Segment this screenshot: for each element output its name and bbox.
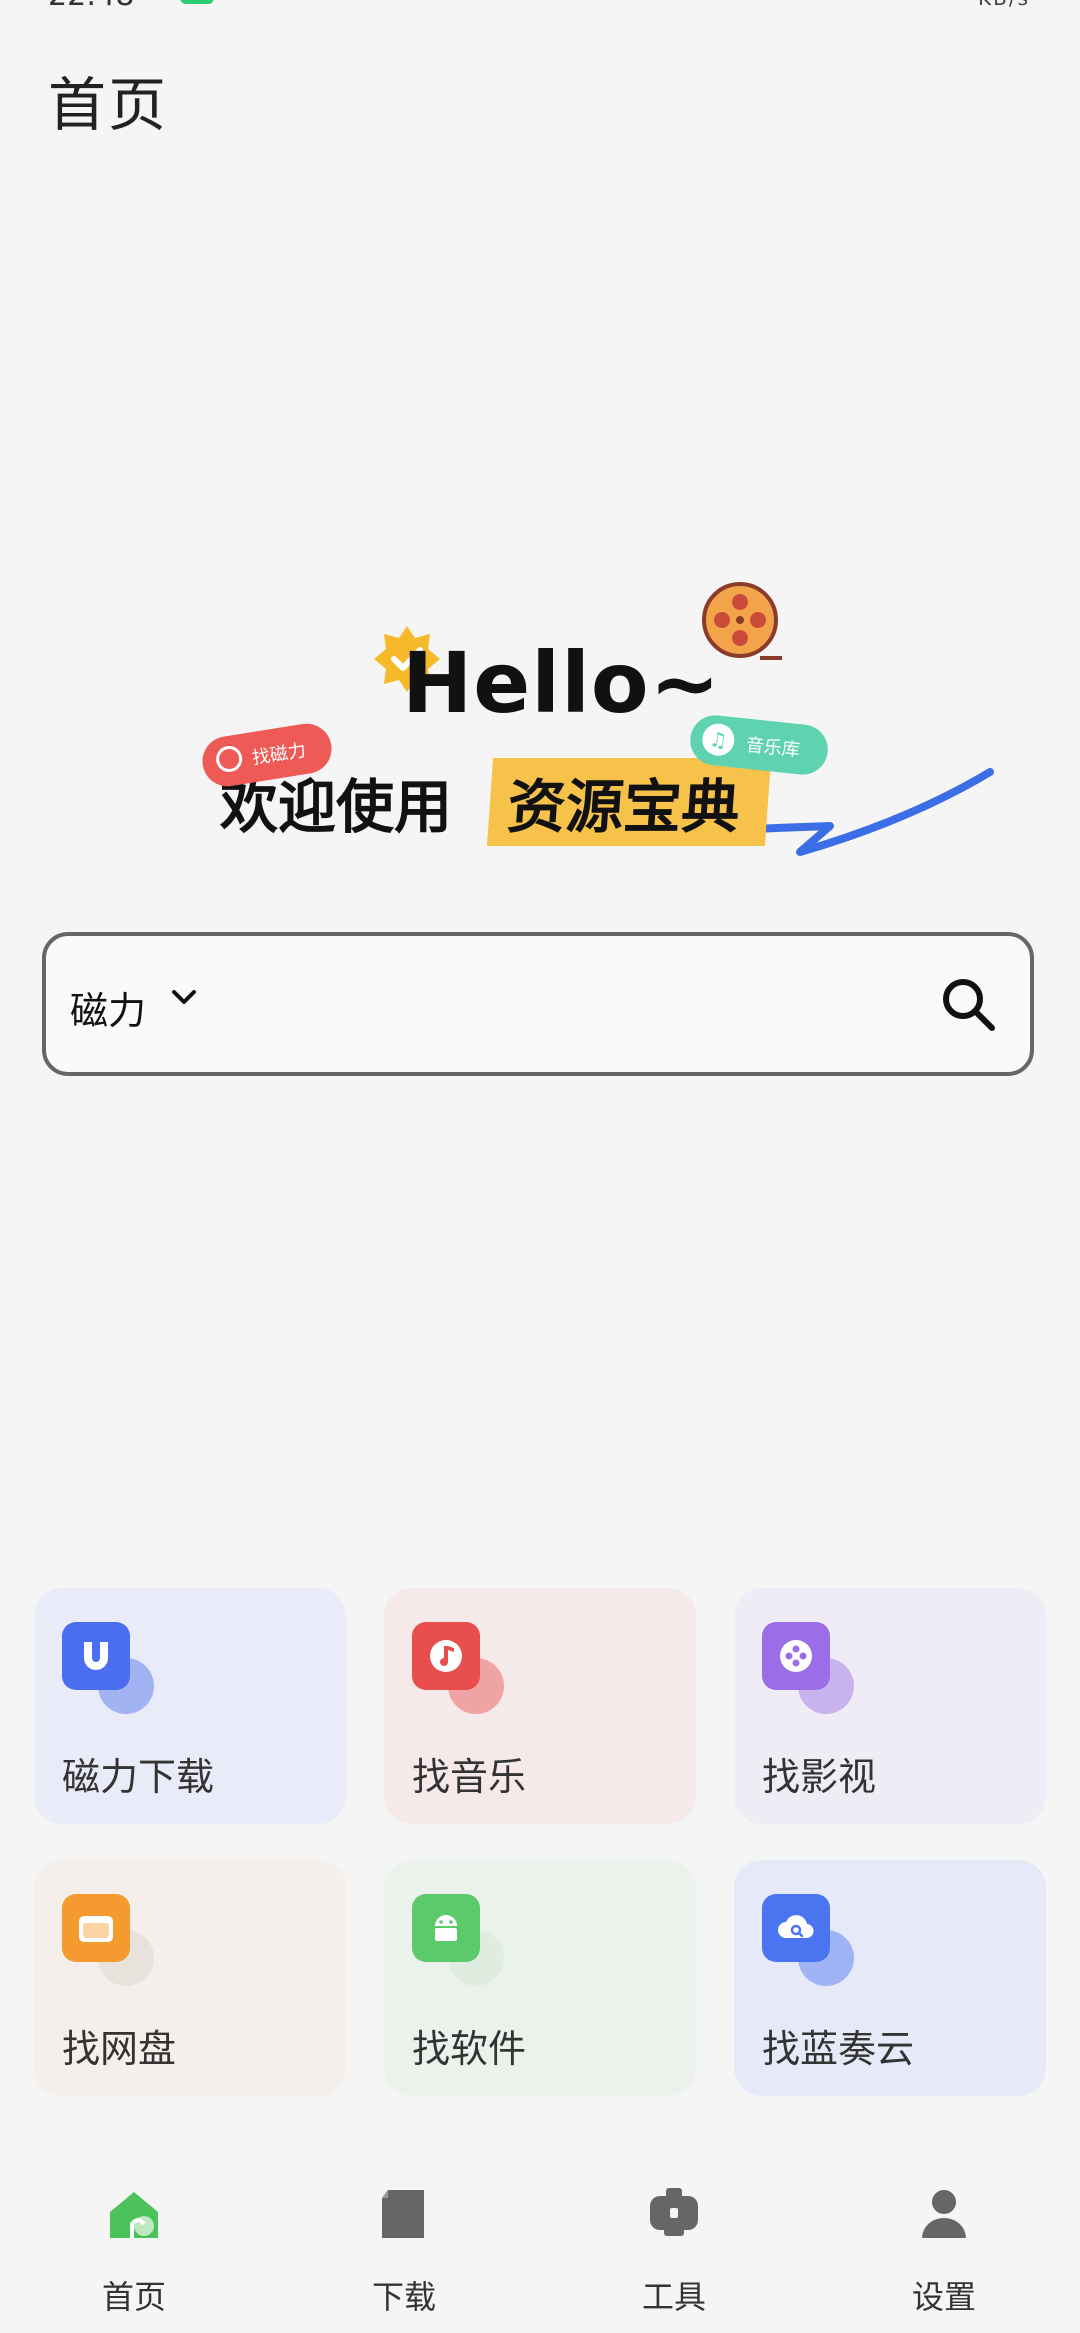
feature-find-video[interactable]: 找影视 xyxy=(734,1588,1046,1824)
search-type-selector[interactable]: 磁力 xyxy=(70,980,146,1035)
download-folder-icon xyxy=(382,2190,424,2238)
search-icon[interactable] xyxy=(934,970,1004,1040)
android-icon xyxy=(412,1894,480,1962)
status-indicator xyxy=(180,0,214,4)
feature-label: 找网盘 xyxy=(62,2027,177,2071)
home-icon xyxy=(110,2192,158,2238)
feature-magnet-download[interactable]: 磁力下载 xyxy=(34,1588,346,1824)
nav-tools[interactable]: 工具 xyxy=(584,2160,764,2320)
person-icon xyxy=(922,2190,966,2238)
nav-home[interactable]: 首页 xyxy=(44,2160,224,2320)
film-reel-icon xyxy=(762,1622,830,1690)
music-note-icon: ♫ xyxy=(700,722,736,758)
search-input[interactable] xyxy=(226,966,930,1048)
feature-label: 找影视 xyxy=(762,1755,877,1799)
status-bar: 22:48 KB/s xyxy=(0,0,1080,20)
feature-find-netdisk[interactable]: 找网盘 xyxy=(34,1860,346,2096)
welcome-banner: Hello~ 欢迎使用 资源宝典 找磁力 ♫ 音乐库 xyxy=(190,570,1010,890)
music-note-icon xyxy=(412,1622,480,1690)
feature-label: 找蓝奏云 xyxy=(762,2027,915,2071)
chevron-down-icon[interactable] xyxy=(164,978,204,1018)
status-speed: KB/s xyxy=(978,0,1030,10)
feature-label: 磁力下载 xyxy=(62,1755,215,1799)
hello-heading: Hello~ xyxy=(402,634,721,732)
search-bar: 磁力 xyxy=(42,932,1034,1076)
folder-icon xyxy=(62,1894,130,1962)
page-title: 首页 xyxy=(48,71,169,139)
feature-label: 找软件 xyxy=(412,2027,527,2071)
magnet-icon xyxy=(62,1622,130,1690)
nav-download[interactable]: 下载 xyxy=(314,2160,494,2320)
feature-find-software[interactable]: 找软件 xyxy=(384,1860,696,2096)
magnet-icon xyxy=(214,744,245,774)
status-time: 22:48 xyxy=(48,0,134,13)
nav-home-label: 首页 xyxy=(101,2278,166,2316)
feature-label: 找音乐 xyxy=(412,1755,527,1799)
toolbox-icon xyxy=(650,2188,698,2236)
music-tag-label: 音乐库 xyxy=(744,734,801,762)
welcome-highlight: 资源宝典 xyxy=(486,758,772,846)
nav-tools-label: 工具 xyxy=(641,2278,706,2316)
feature-find-music[interactable]: 找音乐 xyxy=(384,1588,696,1824)
bottom-nav: 首页 下载 工具 设置 xyxy=(0,2160,1080,2333)
nav-download-label: 下载 xyxy=(371,2278,436,2316)
feature-find-lanzou[interactable]: 找蓝奏云 xyxy=(734,1860,1046,2096)
nav-settings-label: 设置 xyxy=(911,2278,976,2316)
magnet-tag-label: 找磁力 xyxy=(250,740,308,770)
cloud-search-icon xyxy=(762,1894,830,1962)
nav-settings[interactable]: 设置 xyxy=(854,2160,1034,2320)
